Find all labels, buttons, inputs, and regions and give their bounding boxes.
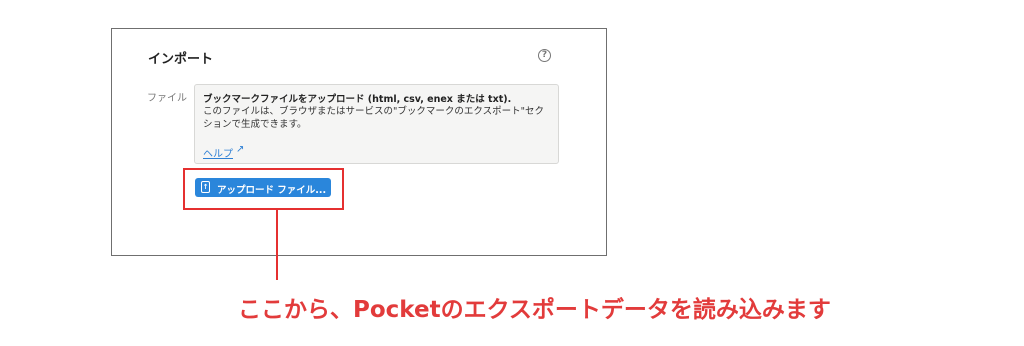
help-link[interactable]: ヘルプ <box>203 145 233 160</box>
annotation-connector-line <box>276 210 278 280</box>
file-field-label: ファイル <box>147 93 187 104</box>
panel-title: インポート <box>148 52 214 67</box>
help-question-icon[interactable]: ? <box>538 49 551 62</box>
info-heading: ブックマークファイルをアップロード (html, csv, enex または t… <box>203 94 512 105</box>
annotation-caption: ここから、Pocketのエクスポートデータを読み込みます <box>238 297 831 323</box>
annotation-highlight-box <box>183 168 344 210</box>
external-link-icon: ↗ <box>236 144 245 155</box>
info-description: このファイルは、ブラウザまたはサービスの"ブックマークのエクスポート"セクション… <box>203 106 544 130</box>
